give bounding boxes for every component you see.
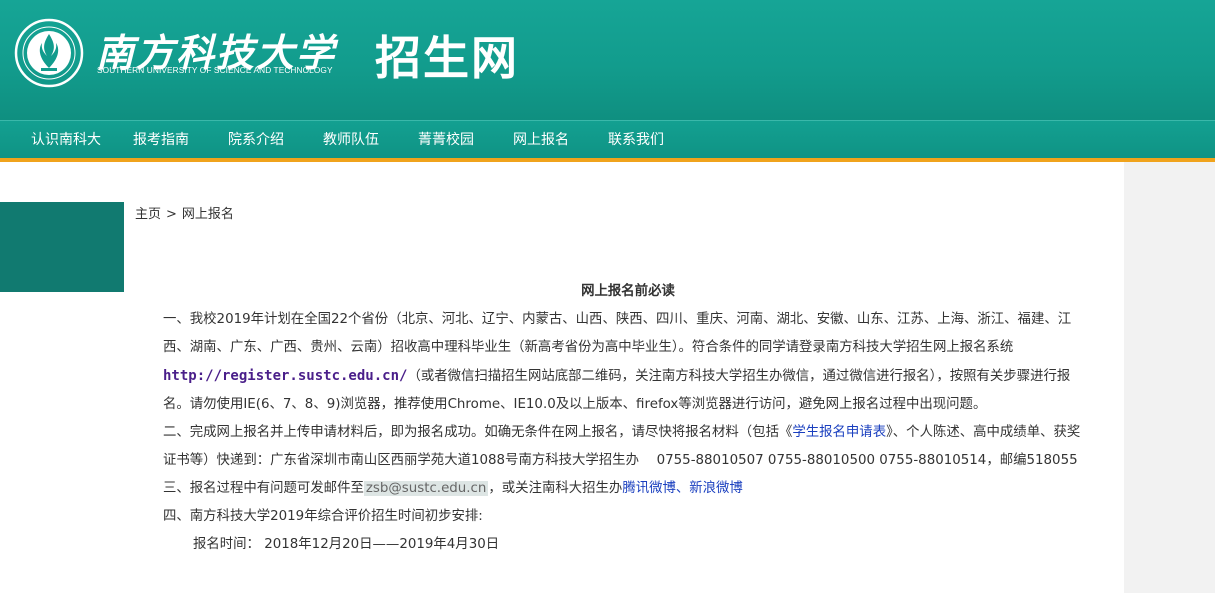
- tencent-weibo-link[interactable]: 腾讯微博: [622, 481, 676, 496]
- nav-item-departments[interactable]: 院系介绍: [228, 121, 284, 159]
- paragraph-3-text-a: 三、报名过程中有问题可发邮件至: [163, 481, 364, 496]
- nav-item-contact[interactable]: 联系我们: [608, 121, 664, 159]
- paragraph-3-text-b: ，或关注南科大招生办: [488, 481, 623, 496]
- school-name-en: SOUTHERN UNIVERSITY OF SCIENCE AND TECHN…: [97, 65, 333, 75]
- nav-item-online-registration[interactable]: 网上报名: [513, 121, 569, 159]
- right-sidebar: [1124, 162, 1215, 593]
- site-title: 招生网: [375, 31, 519, 85]
- paragraph-4: 四、南方科技大学2019年综合评价招生时间初步安排:: [163, 509, 483, 524]
- paragraph-3: 三、报名过程中有问题可发邮件至 zsb@sustc.edu.cn ，或关注南科大招生…: [163, 475, 1093, 503]
- nav-item-faculty[interactable]: 教师队伍: [323, 121, 379, 159]
- application-form-link[interactable]: 学生报名申请表: [792, 425, 886, 440]
- nav-item-guide[interactable]: 报考指南: [133, 121, 189, 159]
- breadcrumb-current: 网上报名: [181, 207, 234, 222]
- register-link[interactable]: http://register.sustc.edu.cn/: [163, 368, 407, 384]
- sina-weibo-link[interactable]: 新浪微博: [689, 481, 743, 496]
- university-emblem-icon[interactable]: [14, 18, 84, 88]
- left-side-block: [0, 202, 124, 292]
- nav-accent-line: [0, 158, 1215, 162]
- email-address[interactable]: zsb@sustc.edu.cn: [363, 481, 489, 496]
- link-separator: 、: [675, 481, 690, 496]
- article-title: 网上报名前必读: [581, 284, 675, 299]
- article-content: 网上报名前必读 一、我校2019年计划在全国22个省份（北京、河北、辽宁、内蒙古…: [163, 278, 1093, 559]
- main-nav: 认识南科大 报考指南 院系介绍 教师队伍 菁菁校园 网上报名 联系我们: [0, 120, 1215, 159]
- breadcrumb-separator: >: [166, 207, 177, 222]
- paragraph-1-text-a: 一、我校2019年计划在全国22个省份（北京、河北、辽宁、内蒙古、山西、陕西、四…: [163, 312, 1072, 355]
- site-header: 南方科技大学 SOUTHERN UNIVERSITY OF SCIENCE AN…: [0, 0, 1215, 120]
- registration-time: 报名时间： 2018年12月20日——2019年4月30日: [193, 537, 500, 552]
- paragraph-2-text-a: 二、完成网上报名并上传申请材料后，即为报名成功。如确无条件在网上报名，请尽快将报…: [163, 425, 793, 440]
- breadcrumb-home-link[interactable]: 主页: [135, 207, 161, 222]
- nav-item-about[interactable]: 认识南科大: [31, 121, 101, 159]
- paragraph-1: 一、我校2019年计划在全国22个省份（北京、河北、辽宁、内蒙古、山西、陕西、四…: [163, 306, 1093, 419]
- paragraph-2: 二、完成网上报名并上传申请材料后，即为报名成功。如确无条件在网上报名，请尽快将报…: [163, 419, 1093, 475]
- breadcrumb: 主页 > 网上报名: [135, 203, 234, 222]
- nav-item-campus[interactable]: 菁菁校园: [418, 121, 474, 159]
